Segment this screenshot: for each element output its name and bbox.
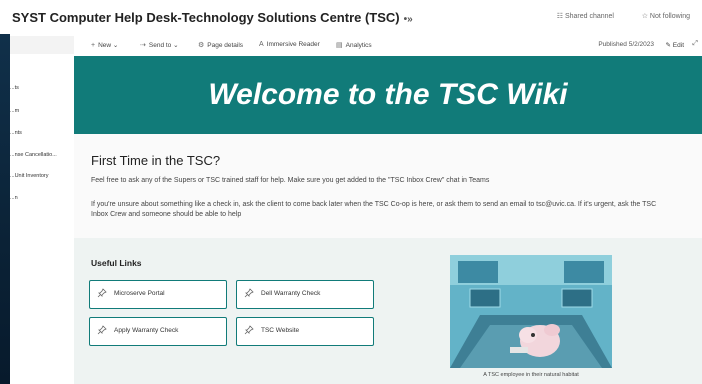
immersive-reader-icon: A <box>259 41 264 48</box>
first-time-section <box>74 134 702 238</box>
sidebar-item[interactable]: ...ts <box>10 85 72 91</box>
link-apply-warranty-check[interactable]: Apply Warranty Check <box>89 317 227 346</box>
chevron-down-icon: ⌄ <box>173 42 179 49</box>
follow-button[interactable]: ☆ Not following <box>642 12 690 20</box>
illustration <box>450 255 612 368</box>
new-button[interactable]: + New ⌄ <box>91 41 118 49</box>
shared-channel-label: ☷ Shared channel <box>556 13 614 20</box>
sidebar-item[interactable]: ...nts <box>10 130 72 136</box>
site-header: SYST Computer Help Desk-Technology Solut… <box>0 0 702 34</box>
chevron-down-icon: ⌄ <box>112 42 119 49</box>
desktop-edge <box>0 34 10 384</box>
banner-title: Welcome to the TSC Wiki <box>208 78 568 111</box>
send-to-button[interactable]: ⇢ Send to ⌄ <box>140 41 179 49</box>
page-details-button[interactable]: ⚙ Page details <box>198 41 243 49</box>
link-microserve-portal[interactable]: Microserve Portal <box>89 280 227 309</box>
send-icon: ⇢ <box>140 42 146 49</box>
image-caption: A TSC employee in their natural habitat <box>483 372 579 378</box>
link-tsc-website[interactable]: TSC Website <box>236 317 374 346</box>
sidebar-search[interactable] <box>10 36 74 54</box>
sidebar-item[interactable]: ...n <box>10 195 72 201</box>
first-time-paragraph-1: Feel free to ask any of the Supers or TS… <box>91 177 490 184</box>
analytics-button[interactable]: ▤ Analytics <box>336 41 372 49</box>
pin-icon <box>244 325 254 335</box>
useful-links-title: Useful Links <box>91 258 142 268</box>
pin-icon <box>244 288 254 298</box>
link-dell-warranty-check[interactable]: Dell Warranty Check <box>236 280 374 309</box>
link-label: TSC Website <box>261 327 300 334</box>
hero-banner: Welcome to the TSC Wiki <box>74 56 702 134</box>
link-label: Apply Warranty Check <box>114 327 179 334</box>
expand-icon[interactable]: ⤢ <box>692 40 698 48</box>
sidebar-item[interactable]: ...nse Cancellatio... <box>10 152 72 158</box>
link-label: Microserve Portal <box>114 290 165 297</box>
first-time-paragraph-2: If you're unsure about something like a … <box>91 201 657 218</box>
site-title[interactable]: SYST Computer Help Desk-Technology Solut… <box>12 10 413 25</box>
sidebar: ...ts ...m ...nts ...nse Cancellatio... … <box>10 34 75 384</box>
link-label: Dell Warranty Check <box>261 290 321 297</box>
habitat-image <box>450 255 612 368</box>
sidebar-item[interactable]: ...m <box>10 108 72 114</box>
plus-icon: + <box>91 42 96 49</box>
edit-button[interactable]: ✎ Edit <box>666 41 684 49</box>
pin-icon <box>97 288 107 298</box>
analytics-icon: ▤ <box>336 42 343 49</box>
sidebar-item[interactable]: ...Unit Inventory <box>10 173 72 179</box>
audio-icon: •» <box>403 14 413 25</box>
command-bar: + New ⌄ ⇢ Send to ⌄ ⚙ Page details A Immersi… <box>74 34 702 57</box>
pencil-icon: ✎ <box>665 42 671 49</box>
immersive-reader-button[interactable]: A Immersive Reader <box>259 41 320 48</box>
pin-icon <box>97 325 107 335</box>
gear-icon: ⚙ <box>198 42 205 49</box>
first-time-heading: First Time in the TSC? <box>91 153 221 168</box>
published-date: Published 5/2/2023 <box>598 41 654 48</box>
